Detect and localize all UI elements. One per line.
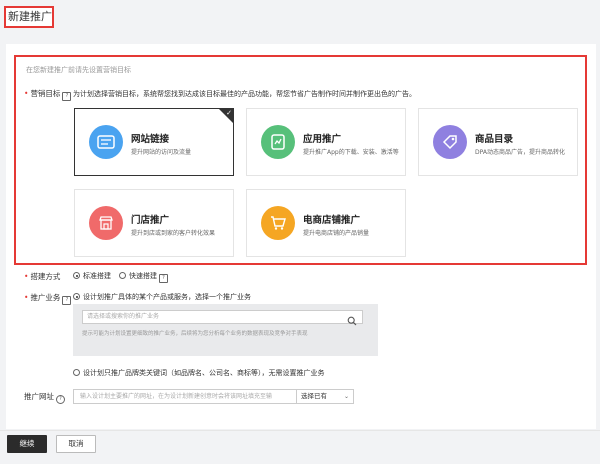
objective-description: 为计划选择营销目标，系统帮您找到达成该目标最佳的产品功能，帮您节省广告制作时间并… (73, 90, 416, 98)
build-method-standard[interactable]: 标准搭建 (73, 271, 111, 281)
build-method-label: • 搭建方式 (24, 272, 61, 281)
card-title: 电商店铺推广 (303, 215, 361, 226)
cancel-button[interactable]: 取消 (56, 435, 96, 453)
objective-hint: 在您新建推广前请先设置营销目标 (26, 66, 131, 74)
search-icon[interactable] (347, 311, 357, 326)
help-icon[interactable]: ? (159, 274, 168, 283)
footer-divider (0, 430, 600, 431)
objective-card-app[interactable]: 应用推广 提升推广App的下载、安装、激活等 (246, 108, 406, 176)
business-label: • 推广业务? (24, 292, 72, 305)
info-icon[interactable]: ? (56, 395, 65, 404)
business-option-brand[interactable]: 设计划只推广品牌类关键词（如品牌名、公司名、商标等），无需设置推广业务 (73, 368, 325, 378)
app-icon (261, 125, 295, 159)
card-title: 应用推广 (303, 134, 342, 145)
card-subtitle: 提升网站的访问及流量 (131, 149, 192, 156)
continue-button[interactable]: 继续 (7, 435, 47, 453)
url-input[interactable]: 输入设计划主要推广的网址，在为设计划新建创意时会将该网址填充至输 (73, 389, 301, 404)
radio-icon (119, 272, 126, 279)
radio-icon (73, 369, 80, 376)
card-title: 商品目录 (475, 134, 514, 145)
radio-icon (73, 272, 80, 279)
url-label: 推广网址? (24, 391, 65, 404)
card-title: 门店推广 (131, 215, 170, 226)
build-method-quick[interactable]: 快速搭建? (119, 271, 168, 283)
tag-icon (433, 125, 467, 159)
business-search-input[interactable]: 请选择或搜索你的推广业务 (82, 310, 363, 324)
card-title: 网站链接 (131, 134, 170, 145)
card-subtitle: DPA动态商品广告，提升商品转化 (475, 149, 565, 156)
chevron-down-icon: ⌄ (343, 393, 349, 400)
objective-card-website[interactable]: 网站链接 提升网站的访问及流量 ✓ (74, 108, 234, 176)
store-icon (89, 206, 123, 240)
card-subtitle: 提升电商店铺的产品销量 (303, 230, 370, 237)
check-icon: ✓ (226, 109, 232, 117)
card-subtitle: 提升推广App的下载、安装、激活等 (303, 149, 399, 156)
objective-card-store[interactable]: 门店推广 提升到店或到家的客户转化效果 (74, 189, 234, 257)
business-hint: 提示可能为计划设置更细致的推广业务，后续将为您分析每个业务的数据表现及竞争对手表… (82, 331, 308, 337)
objective-card-catalog[interactable]: 商品目录 DPA动态商品广告，提升商品转化 (418, 108, 578, 176)
objective-card-ecommerce[interactable]: 电商店铺推广 提升电商店铺的产品销量 (246, 189, 406, 257)
cart-icon (261, 206, 295, 240)
link-icon (89, 125, 123, 159)
url-select-existing[interactable]: 选择已有 ⌄ (296, 389, 354, 404)
objective-label: • 营销目标? (24, 88, 72, 101)
help-icon[interactable]: ? (62, 92, 72, 101)
card-subtitle: 提升到店或到家的客户转化效果 (131, 230, 216, 237)
business-option-specific[interactable]: 设计划推广具体的某个产品或服务，选择一个推广业务 (73, 292, 251, 302)
help-icon[interactable]: ? (62, 296, 72, 305)
page-title: 新建推广 (4, 6, 54, 28)
radio-icon (73, 293, 80, 300)
